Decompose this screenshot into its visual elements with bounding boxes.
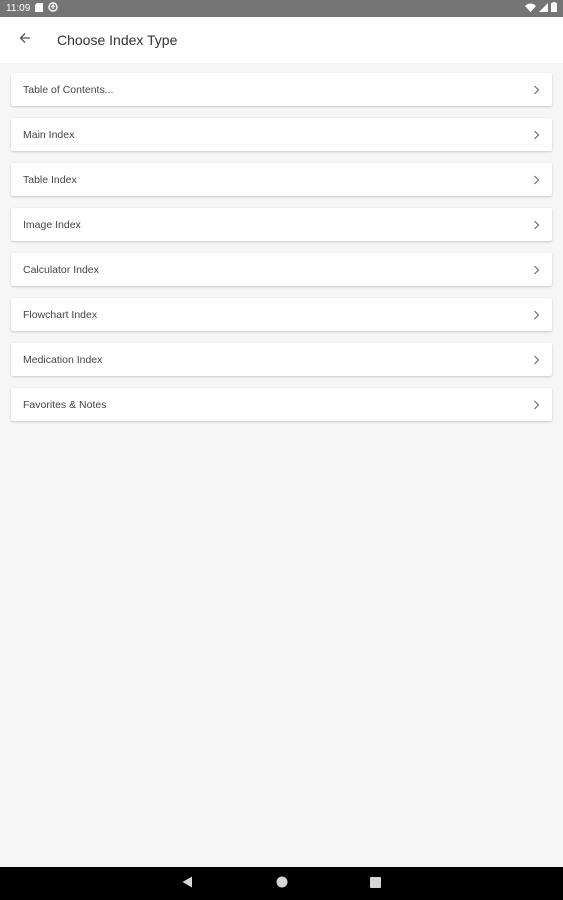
page-title: Choose Index Type	[57, 32, 178, 48]
back-triangle-icon	[182, 875, 193, 893]
status-bar: 11:09	[0, 0, 563, 17]
index-type-list: Table of Contents... Main Index Table In…	[11, 73, 552, 433]
chevron-right-icon	[533, 310, 540, 320]
system-nav-bar	[0, 867, 563, 900]
list-item-image-index[interactable]: Image Index	[11, 208, 552, 241]
signal-icon	[539, 2, 548, 15]
list-item-main-index[interactable]: Main Index	[11, 118, 552, 151]
battery-icon	[551, 2, 557, 15]
nav-recents-button[interactable]	[368, 876, 384, 892]
list-item-table-of-contents[interactable]: Table of Contents...	[11, 73, 552, 106]
list-item-label: Calculator Index	[23, 263, 99, 276]
sync-icon	[48, 2, 58, 15]
chevron-right-icon	[533, 265, 540, 275]
chevron-right-icon	[533, 130, 540, 140]
app-bar: Choose Index Type	[0, 17, 563, 63]
chevron-right-icon	[533, 355, 540, 365]
sd-card-icon	[35, 2, 44, 15]
back-button[interactable]	[0, 17, 50, 63]
list-item-label: Table Index	[23, 173, 77, 186]
recents-square-icon	[370, 875, 381, 893]
status-left: 11:09	[6, 2, 58, 15]
nav-back-button[interactable]	[180, 876, 196, 892]
status-time: 11:09	[6, 3, 31, 14]
chevron-right-icon	[533, 175, 540, 185]
chevron-right-icon	[533, 85, 540, 95]
home-circle-icon	[276, 875, 288, 893]
list-item-label: Main Index	[23, 128, 75, 141]
list-item-favorites-notes[interactable]: Favorites & Notes	[11, 388, 552, 421]
wifi-icon	[525, 3, 536, 15]
chevron-right-icon	[533, 400, 540, 410]
arrow-back-icon	[19, 31, 31, 49]
list-item-label: Favorites & Notes	[23, 398, 107, 411]
list-item-label: Medication Index	[23, 353, 103, 366]
list-item-medication-index[interactable]: Medication Index	[11, 343, 552, 376]
list-item-table-index[interactable]: Table Index	[11, 163, 552, 196]
list-item-calculator-index[interactable]: Calculator Index	[11, 253, 552, 286]
status-right	[525, 2, 557, 15]
chevron-right-icon	[533, 220, 540, 230]
list-item-label: Image Index	[23, 218, 81, 231]
nav-home-button[interactable]	[274, 876, 290, 892]
list-item-label: Flowchart Index	[23, 308, 98, 321]
list-item-label: Table of Contents...	[23, 83, 114, 96]
list-item-flowchart-index[interactable]: Flowchart Index	[11, 298, 552, 331]
